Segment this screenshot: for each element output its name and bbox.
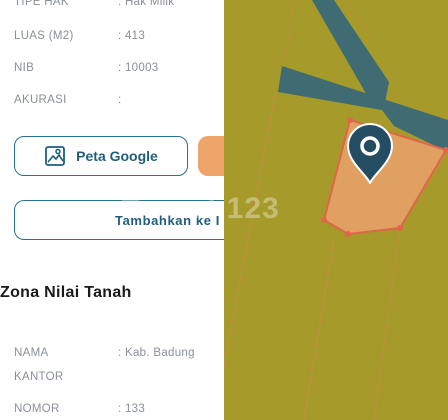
zona-nilai-tanah-title: Zona Nilai Tanah [0, 284, 132, 301]
kantor-label: KANTOR [14, 371, 64, 383]
watermark-logo: Rumah123 [120, 192, 280, 225]
peta-google-label: Peta Google [76, 148, 158, 164]
nib-label: NIB [14, 62, 35, 74]
secondary-action-button[interactable] [198, 136, 224, 176]
luas-label: LUAS (M2) [14, 30, 74, 42]
map-image-icon [44, 145, 66, 167]
tipe-hak-label: TIPE HAK [14, 0, 69, 8]
nomor-value: : 133 [118, 403, 146, 415]
peta-google-button[interactable]: Peta Google [14, 136, 188, 176]
tipe-hak-value: : Hak Milik [118, 0, 175, 8]
nama-label: NAMA [14, 347, 49, 359]
nama-kantor-value: : Kab. Badung [118, 347, 195, 359]
location-pin-icon[interactable] [344, 122, 396, 184]
akurasi-label: AKURASI [14, 94, 67, 106]
akurasi-value: : [118, 94, 122, 106]
nib-value: : 10003 [118, 62, 159, 74]
luas-value: : 413 [118, 30, 146, 42]
nomor-label: NOMOR [14, 403, 60, 415]
